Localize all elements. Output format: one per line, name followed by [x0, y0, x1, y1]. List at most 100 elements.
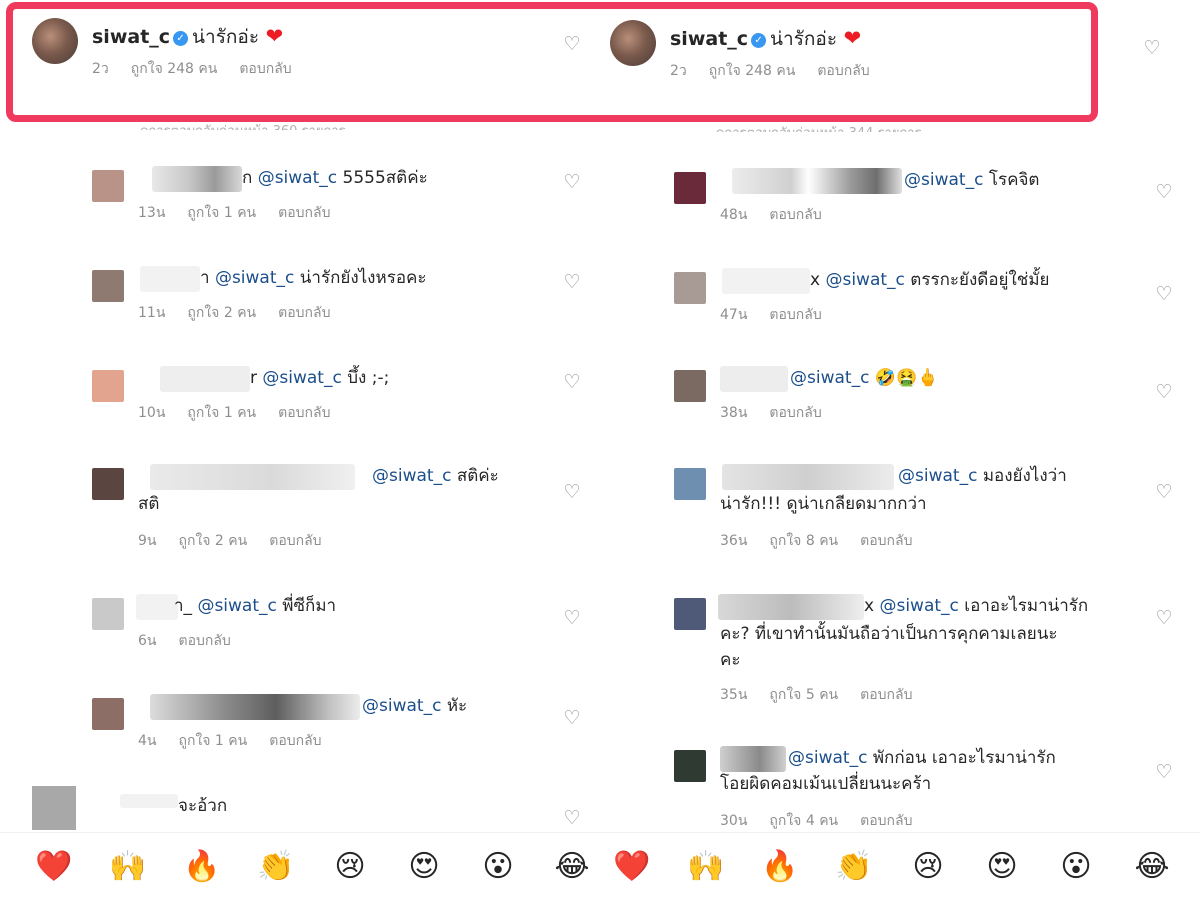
blurred-username	[718, 594, 864, 620]
clapping-emoji-button[interactable]: 👏	[254, 845, 298, 889]
like-count[interactable]: ถูกใจ 1 คน	[187, 205, 256, 221]
right-comment-panel: siwat_c ✓ น่ารักอ่ะ ❤ 2ว ถูกใจ 248 คน ตอบกลั…	[600, 0, 1200, 900]
reply-button[interactable]: ตอบกลับ	[278, 205, 330, 221]
raised-hands-emoji-button[interactable]: 🙌	[684, 845, 728, 889]
mention-link[interactable]: @siwat_c	[790, 368, 869, 388]
clapping-emoji-button[interactable]: 👏	[832, 845, 876, 889]
avatar[interactable]	[92, 698, 124, 730]
mention-link[interactable]: @siwat_c	[258, 168, 337, 188]
like-count[interactable]: ถูกใจ 2 คน	[187, 305, 256, 321]
reply-button[interactable]: ตอบกลับ	[239, 61, 291, 77]
heart-outline-icon[interactable]: ♡	[1154, 482, 1174, 502]
heart-outline-icon[interactable]: ♡	[1154, 608, 1174, 628]
reply-button[interactable]: ตอบกลับ	[769, 307, 821, 323]
blurred-username	[150, 694, 360, 720]
heart-outline-icon[interactable]: ♡	[562, 172, 582, 192]
surprised-emoji-button[interactable]: 😮	[476, 845, 520, 889]
reply-button[interactable]: ตอบกลับ	[860, 687, 912, 703]
heart-eyes-emoji-button[interactable]: 😍	[980, 845, 1024, 889]
reply-text: จะอ้วก	[178, 796, 228, 816]
crying-emoji-button[interactable]: 😢	[328, 845, 372, 889]
mention-link[interactable]: @siwat_c	[197, 596, 276, 616]
view-previous-replies[interactable]: ดูการตอบกลับก่อนหน้า 344 รายการ	[716, 122, 922, 132]
reply-button[interactable]: ตอบกลับ	[860, 813, 912, 829]
blurred-username	[120, 794, 178, 808]
reply-button[interactable]: ตอบกลับ	[269, 533, 321, 549]
avatar[interactable]	[674, 468, 706, 500]
reply-button[interactable]: ตอบกลับ	[278, 305, 330, 321]
blurred-username	[720, 746, 786, 772]
avatar[interactable]	[610, 20, 656, 66]
username[interactable]: siwat_c	[670, 28, 748, 50]
avatar[interactable]	[674, 172, 706, 204]
reply-button[interactable]: ตอบกลับ	[769, 207, 821, 223]
mention-link[interactable]: @siwat_c	[362, 696, 441, 716]
avatar[interactable]	[92, 370, 124, 402]
avatar[interactable]	[32, 786, 76, 830]
heart-outline-icon[interactable]: ♡	[1154, 762, 1174, 782]
like-count[interactable]: ถูกใจ 1 คน	[187, 405, 256, 421]
heart-outline-icon[interactable]: ♡	[562, 808, 582, 828]
mention-link[interactable]: @siwat_c	[372, 466, 451, 486]
laughing-emoji-button[interactable]: 😂	[1130, 845, 1174, 889]
avatar[interactable]	[674, 370, 706, 402]
reply-text: โรคจิต	[988, 170, 1040, 190]
reply-text-continued: คะ? ที่เขาทำนั้นมันถือว่าเป็นการคุกคามเล…	[720, 624, 1058, 644]
avatar[interactable]	[674, 750, 706, 782]
like-count[interactable]: ถูกใจ 4 คน	[769, 813, 838, 829]
like-count[interactable]: ถูกใจ 5 คน	[769, 687, 838, 703]
avatar[interactable]	[674, 272, 706, 304]
heart-outline-icon[interactable]: ♡	[1154, 284, 1174, 304]
reply-button[interactable]: ตอบกลับ	[817, 63, 869, 79]
blurred-username	[722, 268, 810, 294]
heart-eyes-emoji-button[interactable]: 😍	[402, 845, 446, 889]
laughing-emoji-button[interactable]: 😂	[550, 845, 594, 889]
mention-link[interactable]: @siwat_c	[215, 268, 294, 288]
heart-outline-icon[interactable]: ♡	[562, 372, 582, 392]
reply-button[interactable]: ตอบกลับ	[769, 405, 821, 421]
mention-link[interactable]: @siwat_c	[898, 466, 977, 486]
heart-outline-icon[interactable]: ♡	[1154, 182, 1174, 202]
raised-hands-emoji-button[interactable]: 🙌	[106, 845, 150, 889]
reply-button[interactable]: ตอบกลับ	[860, 533, 912, 549]
heart-outline-icon[interactable]: ♡	[562, 34, 582, 54]
avatar[interactable]	[32, 18, 78, 64]
heart-outline-icon[interactable]: ♡	[562, 608, 582, 628]
fire-emoji-button[interactable]: 🔥	[180, 845, 224, 889]
avatar[interactable]	[674, 598, 706, 630]
heart-outline-icon[interactable]: ♡	[1154, 382, 1174, 402]
like-count[interactable]: ถูกใจ 248 คน	[131, 61, 218, 77]
heart-emoji-button[interactable]: ❤️	[610, 845, 654, 889]
reply-button[interactable]: ตอบกลับ	[278, 405, 330, 421]
crying-emoji-button[interactable]: 😢	[906, 845, 950, 889]
reply-button[interactable]: ตอบกลับ	[269, 733, 321, 749]
mention-link[interactable]: @siwat_c	[904, 170, 983, 190]
username[interactable]: siwat_c	[92, 26, 170, 48]
avatar[interactable]	[92, 270, 124, 302]
avatar[interactable]	[92, 170, 124, 202]
heart-outline-icon[interactable]: ♡	[562, 482, 582, 502]
heart-emoji-button[interactable]: ❤️	[32, 845, 76, 889]
avatar[interactable]	[92, 468, 124, 500]
fire-emoji-button[interactable]: 🔥	[758, 845, 802, 889]
like-count[interactable]: ถูกใจ 248 คน	[709, 63, 796, 79]
heart-outline-icon[interactable]: ♡	[562, 708, 582, 728]
mention-link[interactable]: @siwat_c	[788, 748, 867, 768]
reply-text-continued: คะ	[720, 650, 741, 670]
reply-comment: @siwat_c 🤣🤮🖕 38น ตอบกลับ ♡	[672, 362, 1174, 422]
like-count[interactable]: ถูกใจ 2 คน	[178, 533, 247, 549]
view-previous-replies[interactable]: ดูการตอบกลับก่อนหน้า 360 รายการ	[140, 120, 346, 130]
surprised-emoji-button[interactable]: 😮	[1054, 845, 1098, 889]
mention-link[interactable]: @siwat_c	[825, 270, 904, 290]
mention-link[interactable]: @siwat_c	[879, 596, 958, 616]
reply-button[interactable]: ตอบกลับ	[178, 633, 230, 649]
mention-link[interactable]: @siwat_c	[262, 368, 341, 388]
comment-time: 2ว	[92, 61, 109, 77]
like-count[interactable]: ถูกใจ 1 คน	[178, 733, 247, 749]
heart-outline-icon[interactable]: ♡	[1142, 38, 1162, 58]
like-count[interactable]: ถูกใจ 8 คน	[769, 533, 838, 549]
blurred-username	[732, 168, 902, 194]
heart-outline-icon[interactable]: ♡	[562, 272, 582, 292]
avatar[interactable]	[92, 598, 124, 630]
reply-time: 36น	[720, 533, 748, 549]
